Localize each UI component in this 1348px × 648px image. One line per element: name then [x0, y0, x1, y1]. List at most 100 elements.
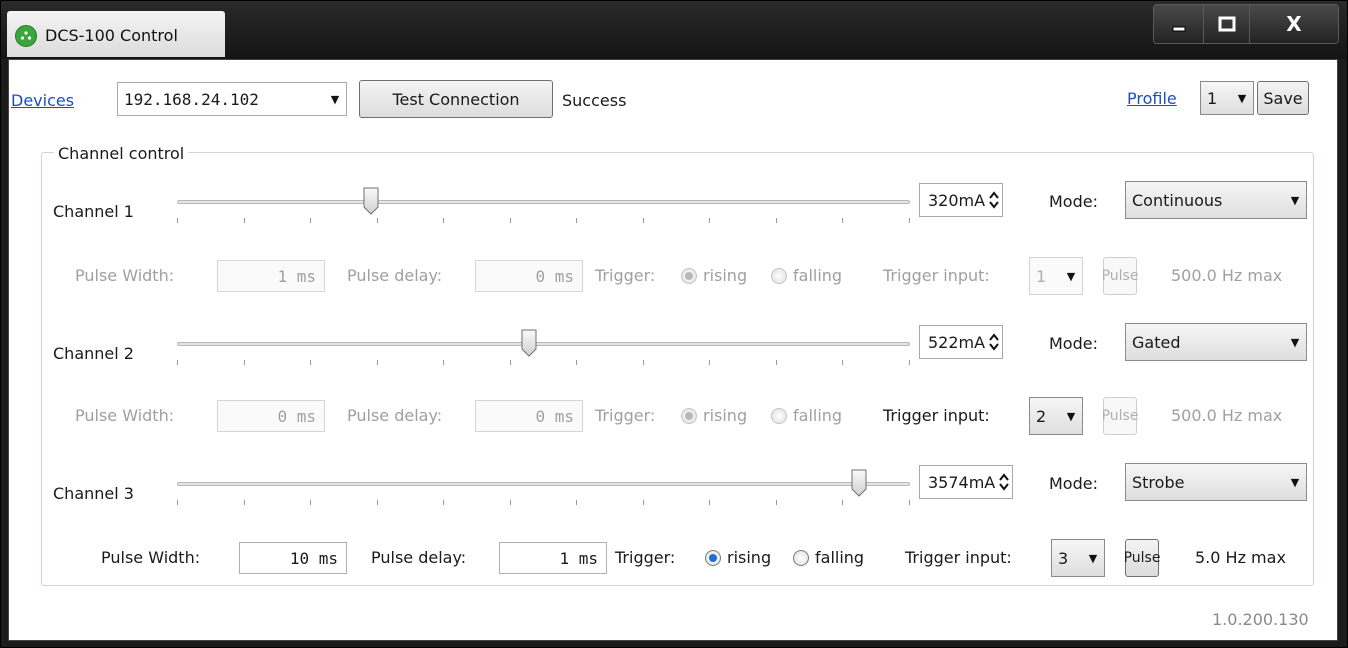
mode-label: Mode: — [1049, 192, 1098, 211]
slider-tick — [709, 500, 710, 505]
pulse-delay-label: Pulse delay: — [371, 548, 467, 567]
pulse-width-input[interactable]: 10 ms — [239, 542, 347, 574]
max-rate-label: 500.0 Hz max — [1171, 266, 1283, 285]
slider-tick — [709, 218, 710, 223]
slider-tick — [576, 500, 577, 505]
slider-tick — [310, 360, 311, 365]
slider-tick — [443, 500, 444, 505]
slider-tick — [244, 360, 245, 365]
rising-label: rising — [703, 266, 748, 285]
slider-tick — [377, 500, 378, 505]
rising-radio[interactable] — [705, 550, 721, 566]
spin-arrows-icon[interactable] — [995, 473, 1012, 491]
slider-tick — [510, 218, 511, 223]
maximize-icon — [1218, 16, 1235, 32]
slider-ticks — [177, 500, 910, 506]
slider-ticks — [177, 360, 910, 366]
chevron-down-icon: ▼ — [1066, 409, 1076, 423]
trigger-input-select[interactable]: 3 ▼ — [1051, 539, 1105, 577]
current-slider-track[interactable] — [177, 482, 910, 486]
current-value: 3574mA — [928, 472, 996, 492]
channel-control-label: Channel control — [54, 144, 189, 163]
max-rate-label: 500.0 Hz max — [1171, 406, 1283, 425]
rising-radio[interactable] — [681, 268, 697, 284]
current-slider-thumb[interactable] — [851, 469, 867, 497]
pulse-button[interactable]: Pulse — [1102, 397, 1138, 435]
channel-label: Channel 2 — [53, 344, 134, 363]
pulse-button[interactable]: Pulse — [1124, 539, 1160, 577]
slider-tick — [244, 500, 245, 505]
slider-tick — [177, 360, 178, 365]
current-value: 320mA — [928, 190, 986, 210]
falling-radio[interactable] — [793, 550, 809, 566]
trigger-input-label: Trigger input: — [883, 266, 990, 285]
current-spinbox[interactable]: 3574mA — [919, 465, 1013, 499]
chevron-down-icon: ▼ — [1066, 269, 1076, 283]
pulse-delay-input[interactable]: 0 ms — [475, 260, 583, 292]
rising-label: rising — [727, 548, 772, 567]
current-slider-track[interactable] — [177, 342, 910, 346]
chevron-down-icon: ▼ — [330, 92, 340, 106]
slider-tick — [909, 218, 910, 223]
app-window: DCS-100 Control X Devices 192.168.24.102… — [0, 0, 1348, 648]
profile-link[interactable]: Profile — [1127, 89, 1177, 108]
trigger-input-select[interactable]: 2 ▼ — [1029, 397, 1083, 435]
pulse-delay-input[interactable]: 1 ms — [499, 542, 607, 574]
current-slider-track[interactable] — [177, 200, 910, 204]
save-profile-button[interactable]: Save — [1257, 81, 1309, 115]
mode-select[interactable]: Strobe ▼ — [1125, 463, 1307, 501]
spin-arrows-icon[interactable] — [985, 333, 1002, 351]
app-logo-icon — [15, 25, 37, 47]
maximize-button[interactable] — [1204, 5, 1250, 43]
slider-tick — [310, 500, 311, 505]
spin-arrows-icon[interactable] — [985, 191, 1002, 209]
devices-link[interactable]: Devices — [11, 91, 74, 110]
profile-select[interactable]: 1 ▼ — [1200, 81, 1254, 115]
pulse-width-label: Pulse Width: — [101, 548, 201, 567]
trigger-input-select[interactable]: 1 ▼ — [1029, 257, 1083, 295]
slider-tick — [776, 218, 777, 223]
window-controls: X — [1153, 4, 1339, 44]
pulse-button[interactable]: Pulse — [1102, 257, 1138, 295]
channel-label: Channel 3 — [53, 484, 134, 503]
falling-radio[interactable] — [771, 408, 787, 424]
pulse-width-label: Pulse Width: — [75, 266, 175, 285]
chevron-down-icon: ▼ — [1290, 475, 1300, 489]
pulse-width-value: 10 ms — [289, 548, 338, 568]
chevron-down-icon: ▼ — [1237, 91, 1247, 105]
mode-select[interactable]: Continuous ▼ — [1125, 181, 1307, 219]
pulse-width-value: 1 ms — [277, 266, 316, 286]
close-icon: X — [1286, 12, 1302, 36]
current-slider-thumb[interactable] — [363, 187, 379, 215]
slider-tick — [443, 360, 444, 365]
pulse-width-input[interactable]: 1 ms — [217, 260, 325, 292]
falling-label: falling — [815, 548, 865, 567]
pulse-delay-label: Pulse delay: — [347, 266, 443, 285]
rising-radio[interactable] — [681, 408, 697, 424]
current-spinbox[interactable]: 320mA — [919, 183, 1003, 217]
current-spinbox[interactable]: 522mA — [919, 325, 1003, 359]
pulse-delay-input[interactable]: 0 ms — [475, 400, 583, 432]
close-button[interactable]: X — [1250, 5, 1338, 43]
current-value: 522mA — [928, 332, 986, 352]
pulse-width-value: 0 ms — [277, 406, 316, 426]
slider-tick — [776, 500, 777, 505]
chevron-down-icon: ▼ — [1290, 335, 1300, 349]
slider-tick — [576, 360, 577, 365]
slider-tick — [510, 500, 511, 505]
mode-select[interactable]: Gated ▼ — [1125, 323, 1307, 361]
slider-tick — [177, 218, 178, 223]
trigger-input-value: 2 — [1036, 406, 1047, 426]
minimize-button[interactable] — [1154, 5, 1204, 43]
current-slider-thumb[interactable] — [521, 329, 537, 357]
slider-tick — [510, 360, 511, 365]
test-connection-button[interactable]: Test Connection — [359, 80, 553, 118]
title-bar[interactable]: DCS-100 Control X — [1, 1, 1347, 59]
version-label: 1.0.200.130 — [1212, 610, 1309, 629]
trigger-input-label: Trigger input: — [905, 548, 1012, 567]
falling-radio[interactable] — [771, 268, 787, 284]
device-select[interactable]: 192.168.24.102 ▼ — [117, 82, 347, 116]
slider-tick — [776, 360, 777, 365]
pulse-width-input[interactable]: 0 ms — [217, 400, 325, 432]
pulse-width-label: Pulse Width: — [75, 406, 175, 425]
